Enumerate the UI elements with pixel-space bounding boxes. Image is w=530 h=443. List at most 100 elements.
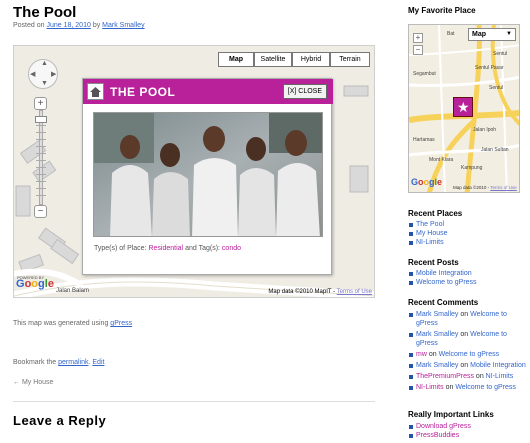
bookmark-line: Bookmark the permalink. Edit — [13, 359, 105, 366]
generated-note: This map was generated using gPress — [13, 320, 132, 327]
tags-label: and Tag(s): — [185, 245, 220, 252]
comment-author-link[interactable]: ThePremiumPress — [416, 373, 474, 380]
google-logo[interactable]: Google — [411, 177, 442, 187]
comment-post-link[interactable]: NI-Limits — [486, 373, 514, 380]
recent-place-link[interactable]: The Pool — [416, 221, 444, 228]
on-label: on — [460, 362, 469, 369]
list-item: My House — [408, 229, 528, 238]
comment-author-link[interactable]: Mark Smalley — [416, 311, 458, 318]
pressbuddies-link[interactable]: PressBuddies — [416, 432, 459, 439]
list-item: The Pool — [408, 220, 528, 229]
on-label: on — [475, 373, 484, 380]
comment-post-link[interactable]: Welcome to gPress — [439, 351, 500, 358]
mini-map-attribution: Map data ©2010 - Terms of Use — [453, 185, 517, 190]
list-item: PressBuddies — [408, 431, 528, 440]
info-window-title: THE POOL — [110, 85, 176, 99]
mini-map-type-select[interactable]: Map ▼ — [468, 28, 516, 41]
info-window: THE POOL [X] CLOSE Type(s) of Place: Res… — [82, 78, 333, 275]
recent-comments-list: Mark Smalley on Welcome to gPress Mark S… — [408, 310, 528, 392]
list-item: Mobile Integration — [408, 269, 528, 278]
map-label: Segambut — [413, 71, 436, 77]
mini-terms-link[interactable]: Terms of Use — [490, 185, 517, 190]
pan-left-icon[interactable]: ◀ — [30, 70, 35, 78]
on-label: on — [460, 331, 469, 338]
comment-author-link[interactable]: NI-Limits — [416, 384, 444, 391]
map-type-map[interactable]: Map — [218, 52, 254, 67]
map-canvas[interactable]: Map Satellite Hybrid Terrain ▲ ▼ ◀ ▶ + −… — [13, 45, 375, 298]
map-type-satellite[interactable]: Satellite — [254, 52, 292, 67]
comment-post-link[interactable]: Mobile Integration — [470, 362, 526, 369]
gpress-link[interactable]: gPress — [110, 320, 132, 327]
place-photo — [93, 112, 323, 237]
map-label: Sentul Pasar — [475, 65, 504, 71]
recent-posts-list: Mobile Integration Welcome to gPress — [408, 269, 528, 287]
tag-link[interactable]: condo — [222, 245, 241, 252]
posted-on-label: Posted on — [13, 22, 45, 29]
zoom-slider-handle[interactable] — [35, 116, 47, 123]
edit-link[interactable]: Edit — [92, 359, 104, 366]
permalink-link[interactable]: permalink — [58, 359, 88, 366]
favorite-place-map[interactable]: Map ▼ + − Bat Sentul Sentul Pasar Segamb… — [408, 24, 520, 193]
star-marker-icon[interactable]: ★ — [453, 97, 473, 117]
divider — [13, 401, 375, 402]
zoom-in-button[interactable]: + — [34, 97, 47, 110]
author-link[interactable]: Mark Smalley — [102, 22, 144, 29]
post-date-link[interactable]: June 18, 2010 — [46, 22, 90, 29]
zoom-out-button[interactable]: − — [34, 205, 47, 218]
on-label: on — [428, 351, 437, 358]
post-meta: Posted on June 18, 2010 by Mark Smalley — [13, 22, 145, 29]
comment-author-link[interactable]: Mark Smalley — [416, 362, 458, 369]
zoom-slider-ticks — [36, 112, 46, 202]
list-item: NI-Limits — [408, 238, 528, 247]
on-label: on — [460, 311, 469, 318]
download-gpress-link[interactable]: Download gPress — [416, 423, 471, 430]
close-button[interactable]: [X] CLOSE — [282, 84, 327, 99]
pan-down-icon[interactable]: ▼ — [41, 80, 48, 87]
list-item: Download gPress — [408, 422, 528, 431]
recent-post-link[interactable]: Mobile Integration — [416, 270, 472, 277]
recent-place-link[interactable]: My House — [416, 230, 448, 237]
pan-right-icon[interactable]: ▶ — [51, 70, 56, 78]
recent-places-heading: Recent Places — [408, 209, 463, 218]
list-item: Welcome to gPress — [408, 278, 528, 287]
map-label: Hartamas — [413, 137, 435, 143]
list-item: Mark Smalley on Mobile Integration — [408, 361, 528, 370]
recent-posts-heading: Recent Posts — [408, 258, 459, 267]
mini-zoom-out-icon[interactable]: − — [413, 45, 423, 55]
recent-post-link[interactable]: Welcome to gPress — [416, 279, 477, 286]
recent-place-link[interactable]: NI-Limits — [416, 239, 444, 246]
home-icon — [87, 83, 104, 100]
place-type-label: Type(s) of Place: — [94, 245, 147, 252]
pan-up-icon[interactable]: ▲ — [41, 60, 48, 67]
map-attribution: Map data ©2010 MapIT - Terms of Use — [268, 289, 372, 295]
road-label: Jalan Balam — [56, 288, 90, 294]
map-label: Bat — [447, 31, 455, 37]
recent-places-list: The Pool My House NI-Limits — [408, 220, 528, 247]
map-type-hybrid[interactable]: Hybrid — [292, 52, 330, 67]
comment-post-link[interactable]: Welcome to gPress — [455, 384, 516, 391]
google-logo[interactable]: Google — [16, 278, 54, 290]
info-window-header: THE POOL [X] CLOSE — [83, 79, 333, 104]
list-item: mw on Welcome to gPress — [408, 350, 528, 359]
favorite-place-heading: My Favorite Place — [408, 6, 476, 15]
map-label: Mont Kiara — [429, 157, 454, 163]
comment-author-link[interactable]: Mark Smalley — [416, 331, 458, 338]
list-item: Mark Smalley on Welcome to gPress — [408, 330, 528, 348]
comment-author-link[interactable]: mw — [416, 351, 427, 358]
pan-control[interactable]: ▲ ▼ ◀ ▶ — [28, 59, 58, 89]
mini-map-type-value: Map — [472, 31, 486, 38]
previous-post-link[interactable]: ← My House — [13, 379, 53, 386]
list-item: NI-Limits on Welcome to gPress — [408, 383, 528, 392]
mini-map-data-label: Map data ©2010 - — [453, 185, 490, 190]
leave-reply-heading: Leave a Reply — [13, 413, 107, 428]
place-type-link[interactable]: Residential — [148, 245, 183, 252]
list-item: ThePremiumPress on NI-Limits — [408, 372, 528, 381]
on-label: on — [445, 384, 454, 391]
mini-zoom-in-icon[interactable]: + — [413, 33, 423, 43]
map-type-terrain[interactable]: Terrain — [330, 52, 370, 67]
map-label: Sentul — [489, 85, 504, 91]
map-label: Kampung — [461, 165, 483, 171]
generated-label: This map was generated using — [13, 320, 109, 327]
list-item: Mark Smalley on Welcome to gPress — [408, 310, 528, 328]
terms-link[interactable]: Terms of Use — [337, 289, 372, 295]
